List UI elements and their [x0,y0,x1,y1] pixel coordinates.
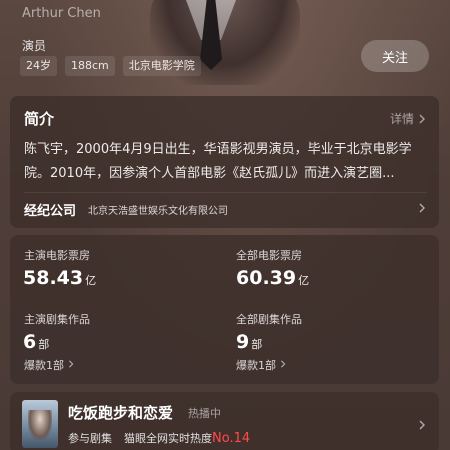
stats-card: 主演电影票房 58.43 亿 全部电影票房 60.39 亿 主演剧集作品 6部 爆款… [10,235,439,384]
detail-label: 详情 [389,112,414,126]
age-tag: 24岁 [20,56,57,76]
agency-name[interactable]: 北京天浩盛世娱乐文化有限公司 [88,202,228,217]
profile-tags: 24岁 188cm 北京电影学院 [20,56,201,76]
follow-button[interactable]: 关注 [361,40,429,72]
chevron-right-icon[interactable] [417,203,427,213]
total-series-label: 全部剧集作品 [236,313,302,326]
total-box-office-label: 全部电影票房 [236,249,302,262]
chevron-right-icon [417,114,427,124]
total-series-number: 9 [236,331,250,353]
total-series-unit: 部 [251,338,263,351]
lead-series-hits: 爆款1部 [24,359,64,372]
lead-box-office-label: 主演电影票房 [24,249,90,262]
drama-heat-label: 猫眼全网实时热度 [124,432,212,445]
total-series-hits: 爆款1部 [236,359,276,372]
lead-series-number: 6 [23,331,37,353]
drama-meta: 参与剧集 猫眼全网实时热度No.14 [68,430,250,446]
intro-text: 陈飞宇，2000年4月9日出生，华语影视男演员，毕业于北京电影学院。2010年，… [24,142,412,181]
drama-rank: No.14 [212,431,251,446]
chevron-right-icon [417,420,427,430]
current-drama-card[interactable]: 吃饭跑步和恋爱 热播中 参与剧集 猫眼全网实时热度No.14 [10,392,439,450]
english-name: Arthur Chen [22,6,101,21]
intro-divider [24,192,427,193]
intro-card: 简介 详情 陈飞宇，2000年4月9日出生，华语影视男演员，毕业于北京电影学院。… [10,96,439,228]
total-series-value: 9部 [236,331,262,353]
lead-series-value: 6部 [23,331,49,353]
drama-role: 参与剧集 [68,432,112,445]
lead-box-office-number: 58.43 [23,267,84,289]
lead-series-unit: 部 [38,338,50,351]
chevron-right-icon [279,360,289,370]
drama-poster-image [22,400,58,448]
total-box-office-unit: 亿 [298,274,310,287]
intro-detail-link[interactable]: 详情 [390,110,427,127]
occupation-label: 演员 [22,39,47,53]
drama-title: 吃饭跑步和恋爱 [68,404,174,422]
lead-box-office-value: 58.43 亿 [23,267,96,289]
total-box-office-number: 60.39 [236,267,297,289]
height-tag: 188cm [65,56,115,76]
total-box-office-value: 60.39 亿 [236,267,309,289]
lead-box-office-unit: 亿 [85,274,97,287]
lead-series-hits-link[interactable]: 爆款1部 [24,357,77,373]
school-tag: 北京电影学院 [122,56,201,76]
agency-label: 经纪公司 [24,204,77,219]
lead-series-label: 主演剧集作品 [24,313,90,326]
intro-title: 简介 [24,110,55,128]
drama-status-badge: 热播中 [188,407,221,420]
drama-heat: 猫眼全网实时热度No.14 [124,430,250,446]
chevron-right-icon [67,360,77,370]
total-series-hits-link[interactable]: 爆款1部 [236,357,289,373]
